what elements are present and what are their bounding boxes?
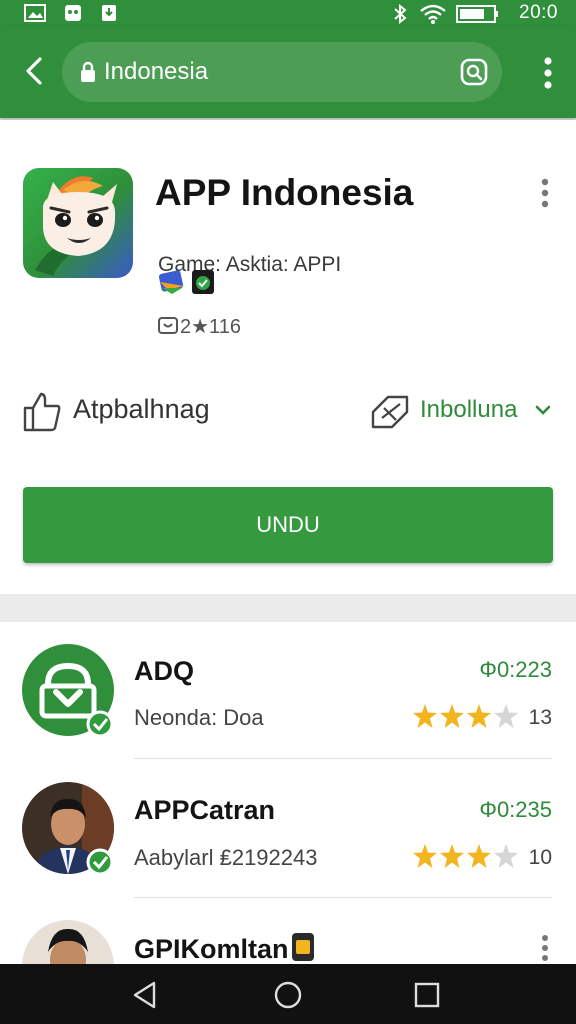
address-text: Indonesia bbox=[104, 58, 209, 85]
status-bar: 20:0 bbox=[0, 0, 576, 26]
app-more-vert-icon[interactable] bbox=[540, 178, 550, 208]
download-notification-icon bbox=[102, 5, 116, 21]
list-item-price: Φ0:235 bbox=[479, 797, 552, 822]
battery-icon bbox=[456, 5, 498, 23]
list-item-title: GPIKomltan bbox=[134, 932, 315, 965]
list-item-title: APPCatran bbox=[134, 795, 276, 825]
list-item-title: ADQ bbox=[134, 656, 194, 686]
list-item-price: Φ0:223 bbox=[479, 657, 552, 682]
nav-home-icon[interactable] bbox=[273, 980, 303, 1010]
list-divider bbox=[134, 897, 552, 898]
wifi-icon bbox=[420, 4, 446, 24]
app-logo-icon[interactable] bbox=[23, 168, 133, 278]
app-badges-icon bbox=[158, 270, 214, 294]
system-navigation-bar bbox=[0, 964, 576, 1024]
more-vert-icon[interactable] bbox=[542, 56, 554, 90]
browser-toolbar: Indonesia bbox=[0, 26, 576, 118]
language-icon[interactable] bbox=[370, 394, 410, 430]
address-bar[interactable]: Indonesia bbox=[62, 42, 502, 102]
review-icon bbox=[158, 317, 178, 334]
app-title: APP Indonesia bbox=[155, 172, 414, 213]
list-item-subtitle: Aabylarl ₤2192243 bbox=[134, 845, 318, 870]
app-badge-icon bbox=[291, 933, 314, 961]
wishlist-label[interactable]: Atpbalhnag bbox=[73, 394, 210, 425]
lock-icon bbox=[81, 61, 95, 82]
rating-summary: 2★116 bbox=[158, 314, 241, 339]
list-item-title-text: GPIKomltan bbox=[134, 934, 289, 964]
bluetooth-icon bbox=[394, 4, 407, 24]
status-time: 20:0 bbox=[519, 2, 558, 23]
list-divider bbox=[134, 758, 552, 759]
list-item-subtitle: Neonda: Doa bbox=[134, 705, 264, 730]
avatar bbox=[22, 920, 114, 966]
nav-back-icon[interactable] bbox=[130, 980, 160, 1010]
search-icon[interactable] bbox=[460, 58, 488, 86]
back-arrow-icon[interactable] bbox=[18, 54, 52, 88]
list-item-more-vert-icon[interactable] bbox=[540, 934, 550, 962]
download-app-icon bbox=[22, 644, 114, 738]
nav-recents-icon[interactable] bbox=[412, 980, 442, 1010]
chevron-down-icon[interactable] bbox=[534, 403, 552, 417]
list-item-count: 13 bbox=[528, 706, 552, 729]
star-rating-icon bbox=[413, 844, 518, 868]
list-item-count: 10 bbox=[528, 846, 552, 869]
image-notification-icon bbox=[24, 4, 46, 22]
message-notification-icon bbox=[65, 5, 81, 21]
star-rating-icon bbox=[413, 704, 518, 728]
language-selector-label[interactable]: Inbolluna bbox=[420, 396, 517, 424]
avatar bbox=[22, 782, 114, 876]
install-button[interactable]: UNDU bbox=[23, 487, 553, 563]
rating-text: 2★116 bbox=[180, 316, 241, 338]
thumbs-up-icon[interactable] bbox=[23, 392, 61, 432]
